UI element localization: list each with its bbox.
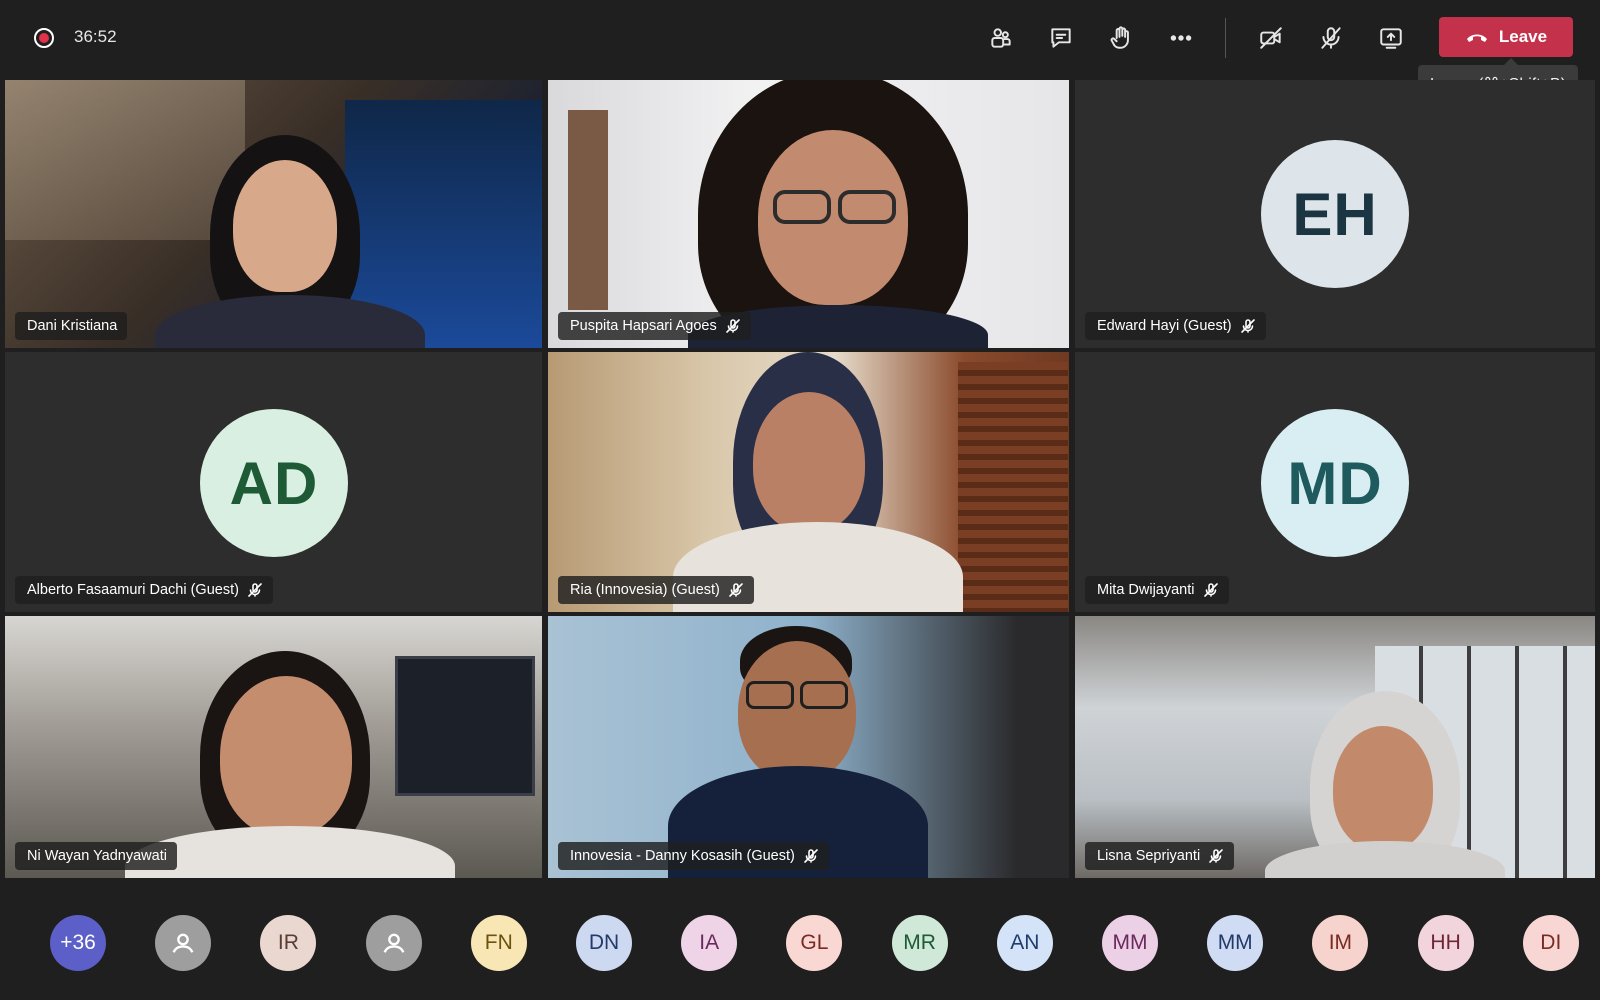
raise-hand-icon [1110,26,1129,49]
background-door [568,110,608,310]
participant-name-tag: Mita Dwijayanti [1085,576,1229,604]
video-tile[interactable]: AD Alberto Fasaamuri Dachi (Guest) [5,352,542,612]
meeting-toolbar: 36:52 Leave [0,0,1600,76]
leave-button[interactable]: Leave [1439,17,1573,57]
video-tile[interactable]: Puspita Hapsari Agoes [548,80,1069,348]
mic-off-icon [1321,27,1341,49]
participant-avatar: EH [1261,140,1409,288]
toolbar-divider [1225,18,1226,58]
participant-initials: DN [588,931,620,954]
people-button[interactable] [981,20,1021,56]
person-icon [383,933,405,953]
hang-up-icon [1466,34,1487,42]
participant-name: Mita Dwijayanti [1097,582,1195,598]
leave-label: Leave [1498,27,1548,46]
participant-initials: GL [800,931,829,954]
mic-muted-icon [1240,319,1255,333]
video-tile[interactable]: Ni Wayan Yadnyawati [5,616,542,878]
video-tile[interactable]: Innovesia - Danny Kosasih (Guest) [548,616,1069,878]
background-ceiling [5,80,245,240]
participant-chip[interactable] [365,915,422,971]
camera-off-icon [1260,27,1282,49]
video-tile[interactable]: Dani Kristiana [5,80,542,348]
mic-muted-icon [1209,849,1223,863]
mic-toggle-button[interactable] [1311,20,1351,56]
mic-muted-icon [804,849,818,863]
participant-initials: MM [1112,931,1148,954]
video-tile[interactable]: Ria (Innovesia) (Guest) [548,352,1069,612]
participant-avatar: AD [200,409,348,557]
chat-button[interactable] [1041,20,1081,56]
video-tile[interactable]: Lisna Sepriyanti [1075,616,1595,878]
person-icon [172,933,194,953]
participant-chip[interactable]: MR [891,915,948,971]
participant-initials: IM [1328,931,1353,954]
participant-name-tag: Puspita Hapsari Agoes [558,312,751,340]
participant-chip[interactable]: DN [576,915,632,971]
participant-name-tag: Lisna Sepriyanti [1085,842,1235,870]
participant-name-tag: Dani Kristiana [15,312,128,340]
participant-initials: IR [277,931,299,954]
participant-name: Edward Hayi (Guest) [1097,318,1232,334]
participant-name: Ria (Innovesia) (Guest) [570,582,720,598]
participant-avatar: MD [1261,409,1409,557]
participant-chip[interactable]: GL [786,915,843,971]
mic-muted-icon [248,583,262,597]
participant-name-tag: Ni Wayan Yadnyawati [15,842,177,870]
participant-initials: MM [1217,931,1253,954]
share-screen-icon [1380,28,1402,49]
participant-name-tag: Edward Hayi (Guest) [1085,312,1266,340]
participant-name: Alberto Fasaamuri Dachi (Guest) [27,582,239,598]
participant-chip[interactable]: MM [1207,915,1264,971]
background-cabinet [958,362,1068,612]
participant-name: Lisna Sepriyanti [1097,848,1201,864]
participant-chip[interactable]: MM [1102,915,1158,971]
camera-toggle-button[interactable] [1251,20,1291,56]
more-options-button[interactable] [1161,20,1201,56]
participant-name: Innovesia - Danny Kosasih (Guest) [570,848,795,864]
video-tile[interactable]: MD Mita Dwijayanti [1075,352,1595,612]
participant-chip[interactable]: DI [1522,915,1579,971]
participant-name: Puspita Hapsari Agoes [570,318,717,334]
mic-muted-icon [1203,583,1218,597]
participant-chip[interactable]: IA [681,915,738,971]
participant-chip[interactable]: IR [260,915,317,971]
participant-name: Dani Kristiana [27,318,118,334]
mic-muted-icon [725,319,740,333]
people-icon [991,28,1011,48]
participant-name-tag: Ria (Innovesia) (Guest) [558,576,754,604]
participant-name-tag: Alberto Fasaamuri Dachi (Guest) [15,576,273,604]
glasses [773,190,831,224]
participant-chip[interactable]: IM [1312,915,1369,971]
meeting-timer: 36:52 [74,27,117,46]
participant-chip[interactable]: FN [470,915,527,971]
raise-hand-button[interactable] [1101,20,1141,56]
glasses [746,681,794,709]
more-participants-button[interactable]: +36 [50,915,106,971]
stock-board [395,656,535,796]
participant-chip[interactable]: HH [1417,915,1474,971]
participant-initials: IA [699,931,720,954]
participant-initials: DI [1540,931,1562,954]
recording-indicator-icon [34,28,54,48]
more-icon [1170,35,1192,41]
participant-name-tag: Innovesia - Danny Kosasih (Guest) [558,842,829,870]
participant-name: Ni Wayan Yadnyawati [27,848,167,864]
participant-initials: +36 [60,931,96,954]
participant-initials: FN [484,931,513,954]
chat-icon [1051,28,1071,48]
participant-chip[interactable] [155,915,212,971]
participant-initials: MR [903,931,936,954]
share-screen-button[interactable] [1371,20,1411,56]
participant-initials: AN [1010,931,1040,954]
participant-initials: HH [1430,931,1461,954]
mic-muted-icon [729,583,743,597]
participant-chip[interactable]: AN [996,915,1053,971]
video-tile[interactable]: EH Edward Hayi (Guest) [1075,80,1595,348]
